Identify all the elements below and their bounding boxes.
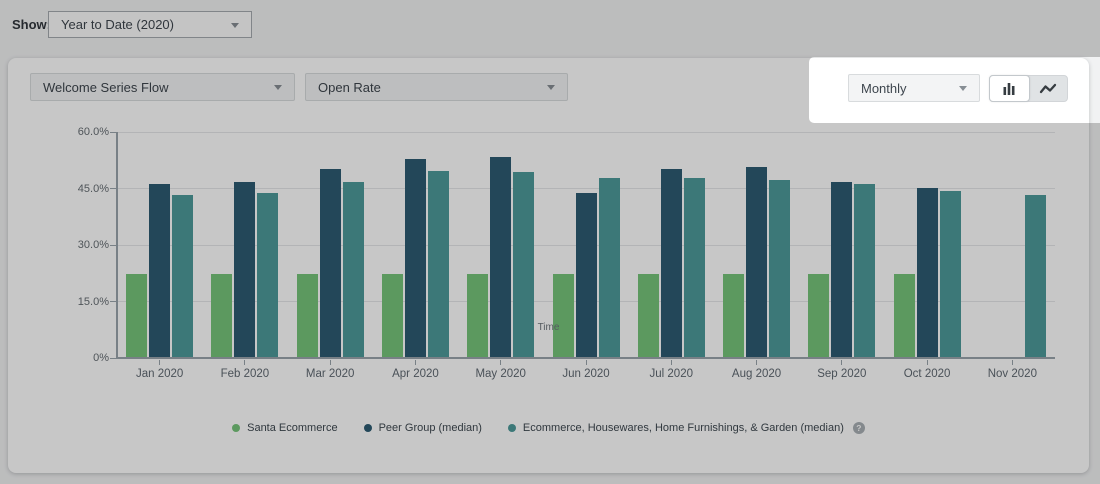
interval-dropdown[interactable]: Monthly [848,74,980,102]
metric-dropdown-value: Open Rate [318,80,381,95]
chevron-down-icon [547,85,555,90]
x-tick-label: Nov 2020 [967,368,1057,380]
chevron-down-icon [959,86,967,91]
bar[interactable] [126,274,147,357]
metric-dropdown[interactable]: Open Rate [305,73,568,101]
bar-chart-toggle-button[interactable] [989,75,1030,102]
x-tick-mark [1012,360,1013,365]
legend-dot-icon [364,424,372,432]
date-range-dropdown[interactable]: Year to Date (2020) [48,11,252,38]
legend-item[interactable]: Peer Group (median) [364,422,482,434]
x-tick-label: May 2020 [456,368,546,380]
x-tick-mark [159,360,160,365]
x-tick-mark [841,360,842,365]
x-tick-label: Oct 2020 [882,368,972,380]
help-icon[interactable]: ? [853,422,865,434]
x-tick-label: Sep 2020 [797,368,887,380]
y-tick-label: 60.0% [49,126,109,138]
x-tick-mark [586,360,587,365]
bar[interactable] [211,274,232,357]
date-range-value: Year to Date (2020) [61,17,174,32]
y-tick-label: 15.0% [49,296,109,308]
bar[interactable] [297,274,318,357]
x-tick-label: Jan 2020 [115,368,205,380]
bar[interactable] [553,274,574,357]
line-chart-icon [1039,82,1057,96]
x-tick-label: Aug 2020 [712,368,802,380]
line-chart-toggle-button[interactable] [1029,76,1068,101]
legend-label: Santa Ecommerce [247,422,337,434]
flow-dropdown[interactable]: Welcome Series Flow [30,73,295,101]
x-tick-label: Feb 2020 [200,368,290,380]
x-axis-title: Time [8,322,1089,333]
bar[interactable] [638,274,659,357]
chart-type-toggle [989,75,1068,102]
analytics-card: Welcome Series Flow Open Rate Monthly [8,58,1089,473]
x-tick-mark [500,360,501,365]
x-tick-mark [330,360,331,365]
y-tick-label: 30.0% [49,239,109,251]
bar-chart-icon [1000,81,1018,97]
legend-dot-icon [508,424,516,432]
show-filter-label: Show: [12,17,51,32]
interval-dropdown-value: Monthly [861,81,907,96]
y-tick-label: 45.0% [49,183,109,195]
screen: Show: Year to Date (2020) Welcome Series… [0,0,1100,484]
y-tick-label: 0% [49,352,109,364]
x-tick-label: Mar 2020 [285,368,375,380]
x-tick-mark [671,360,672,365]
bar[interactable] [467,274,488,357]
chevron-down-icon [231,23,239,28]
bar[interactable] [808,274,829,357]
x-tick-mark [415,360,416,365]
legend-item[interactable]: Ecommerce, Housewares, Home Furnishings,… [508,422,865,434]
bar[interactable] [723,274,744,357]
gridline [117,188,1055,189]
x-tick-mark [756,360,757,365]
x-tick-mark [927,360,928,365]
chevron-down-icon [274,85,282,90]
x-axis-line [116,357,1055,359]
legend-label: Ecommerce, Housewares, Home Furnishings,… [523,422,844,434]
bar[interactable] [382,274,403,357]
x-tick-label: Apr 2020 [370,368,460,380]
x-tick-label: Jul 2020 [626,368,716,380]
chart-legend: Santa Ecommerce Peer Group (median) Ecomme… [8,418,1089,438]
flow-dropdown-value: Welcome Series Flow [43,80,168,95]
legend-label: Peer Group (median) [379,422,482,434]
x-tick-label: Jun 2020 [541,368,631,380]
bar[interactable] [894,274,915,357]
legend-item[interactable]: Santa Ecommerce [232,422,337,434]
gridline [117,132,1055,133]
x-tick-mark [244,360,245,365]
legend-dot-icon [232,424,240,432]
